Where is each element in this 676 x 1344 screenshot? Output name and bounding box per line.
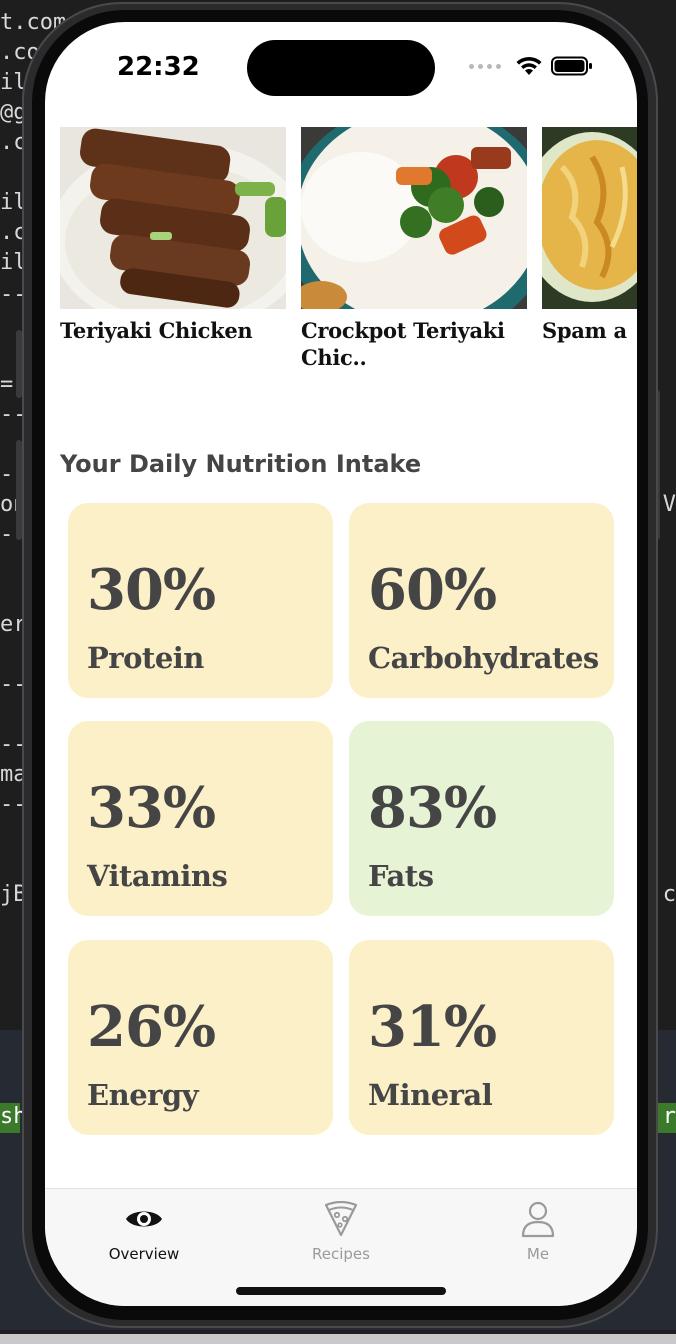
person-icon (521, 1201, 555, 1238)
tab-label: Me (526, 1245, 550, 1263)
eye-icon (126, 1211, 162, 1227)
tab-label: Recipes (312, 1245, 370, 1263)
nutrition-label: Fats (368, 859, 434, 893)
nutrition-tile-vitamins[interactable]: 33% Vitamins (68, 721, 333, 916)
desktop-strip (0, 1334, 676, 1344)
nutrition-tile-fats[interactable]: 83% Fats (349, 721, 614, 916)
nutrition-label: Mineral (368, 1078, 493, 1112)
recipe-card[interactable]: Crockpot Teriyaki Chic.. (301, 127, 527, 371)
pizza-slice-icon (324, 1201, 358, 1237)
nutrition-value: 33% (87, 775, 216, 841)
home-indicator[interactable] (236, 1287, 446, 1295)
tab-me[interactable]: Me (478, 1199, 598, 1263)
recipe-title: Spam a (542, 318, 627, 343)
recipe-card[interactable]: Spam a (542, 127, 637, 344)
tab-label: Overview (108, 1245, 180, 1263)
status-icons (469, 56, 593, 76)
recipe-image (60, 127, 286, 309)
nutrition-value: 60% (368, 557, 497, 623)
nutrition-label: Carbohydrates (368, 641, 599, 675)
wifi-icon (516, 56, 542, 75)
nutrition-tile-energy[interactable]: 26% Energy (68, 940, 333, 1135)
recipe-carousel[interactable]: Teriyaki Chicken Crockpot Teriyaki Chic.… (60, 127, 637, 387)
nutrition-label: Energy (87, 1078, 199, 1112)
nutrition-value: 83% (368, 775, 497, 841)
recipe-image (301, 127, 527, 309)
app-screen: 22:32 Teriyaki Chicken Crockpot Teriyaki… (45, 22, 637, 1306)
nutrition-label: Vitamins (87, 859, 228, 893)
tab-overview[interactable]: Overview (84, 1199, 204, 1263)
nutrition-label: Protein (87, 641, 204, 675)
nutrition-tile-protein[interactable]: 30% Protein (68, 503, 333, 698)
terminal-line: V (662, 492, 676, 517)
tab-recipes[interactable]: Recipes (281, 1199, 401, 1263)
nutrition-tile-mineral[interactable]: 31% Mineral (349, 940, 614, 1135)
battery-icon (551, 56, 592, 76)
nutrition-value: 26% (87, 994, 216, 1060)
dynamic-island (247, 40, 435, 96)
nutrition-value: 30% (87, 557, 216, 623)
signal-dots-icon (469, 63, 501, 69)
recipe-image (542, 127, 637, 309)
nutrition-value: 31% (368, 994, 497, 1060)
recipe-title: Teriyaki Chicken (60, 318, 253, 343)
nutrition-tile-carbohydrates[interactable]: 60% Carbohydrates (349, 503, 614, 698)
terminal-line: = (0, 372, 14, 397)
nutrition-section-title: Your Daily Nutrition Intake (60, 450, 422, 478)
recipe-title: Crockpot Teriyaki Chic.. (301, 318, 505, 370)
terminal-line: r (662, 1104, 676, 1129)
status-time: 22:32 (117, 52, 200, 82)
recipe-card[interactable]: Teriyaki Chicken (60, 127, 286, 344)
